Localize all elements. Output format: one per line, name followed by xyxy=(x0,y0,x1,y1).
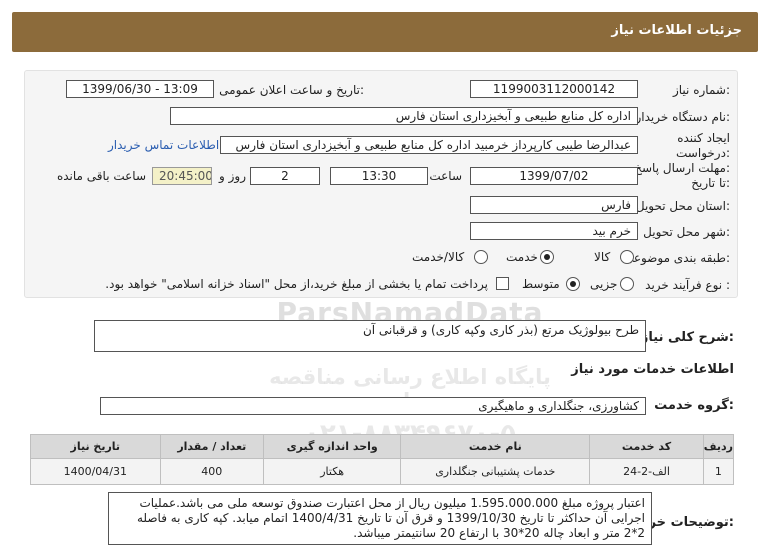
table-row: 1 الف-2-24 خدمات پشتیبانی جنگلداری هکتار… xyxy=(30,458,735,485)
category-option-service: خدمت xyxy=(506,250,538,264)
need-number-label: شماره نیاز: xyxy=(672,83,730,97)
category-option-goods-service: کالا/خدمت xyxy=(412,250,465,264)
buyer-field[interactable]: اداره کل منابع طبیعی و آبخیزداری استان ف… xyxy=(170,107,638,125)
deadline-label-1: مهلت ارسال پاسخ: xyxy=(634,161,730,175)
remaining-label: ساعت باقی مانده xyxy=(56,169,146,183)
announce-date-label: تاریخ و ساعت اعلان عمومی: xyxy=(219,83,364,97)
column-header-service-code: کد خدمت xyxy=(589,434,704,459)
days-label: روز و xyxy=(219,169,246,183)
process-option-medium: متوسط xyxy=(522,277,560,291)
cell-row-number: 1 xyxy=(702,458,735,485)
column-header-need-date: تاریخ نیاز xyxy=(30,434,161,459)
need-number-field[interactable]: 1199003112000142 xyxy=(470,80,638,98)
remaining-time-field: 20:45:00 xyxy=(152,167,212,185)
creator-label-1: ایجاد کننده xyxy=(677,131,730,145)
process-radio-minor[interactable] xyxy=(620,277,634,291)
deadline-time-label: ساعت xyxy=(429,169,462,183)
category-option-goods: کالا xyxy=(594,250,611,264)
page-header: جزئیات اطلاعات نیاز xyxy=(12,12,758,52)
buyer-notes-line-1: اعتبار پروژه مبلغ 1.595.000.000 میلیون ر… xyxy=(139,496,645,510)
buyer-notes-field[interactable]: اعتبار پروژه مبلغ 1.595.000.000 میلیون ر… xyxy=(108,492,652,545)
treasury-payment-note: پرداخت تمام یا بخشی از مبلغ خرید،از محل … xyxy=(105,277,488,291)
service-group-label: گروه خدمت: xyxy=(654,398,734,413)
creator-label-2: درخواست: xyxy=(676,146,730,160)
column-header-unit: واحد اندازه گیری xyxy=(263,434,402,459)
process-option-minor: جزیی xyxy=(590,277,618,291)
buyer-label: نام دستگاه خریدار: xyxy=(635,110,731,124)
category-label: طبقه بندی موضوعی: xyxy=(623,251,730,265)
buyer-contact-link[interactable]: اطلاعات تماس خریدار xyxy=(108,138,219,152)
process-radio-medium[interactable] xyxy=(566,277,580,291)
cell-unit: هکتار xyxy=(263,458,402,485)
deadline-label-2: تا تاریخ: xyxy=(691,176,730,190)
announce-date-field[interactable]: 1399/06/30 - 13:09 xyxy=(66,80,214,98)
process-label: نوع فرآیند خرید : xyxy=(645,278,730,292)
watermark: ParsNamadData مرکز فراوری اطلاعات پارس ن… xyxy=(240,296,581,449)
services-table: ردیف کد خدمت نام خدمت واحد اندازه گیری ت… xyxy=(30,434,735,485)
treasury-payment-checkbox[interactable] xyxy=(496,277,509,290)
table-header-row: ردیف کد خدمت نام خدمت واحد اندازه گیری ت… xyxy=(30,434,735,459)
city-field[interactable]: خرم بید xyxy=(470,222,638,240)
services-section-title: اطلاعات خدمات مورد نیاز xyxy=(571,362,734,377)
category-radio-goods[interactable] xyxy=(620,250,634,264)
service-group-field[interactable]: کشاورزی، جنگلداری و ماهیگیری xyxy=(100,397,646,415)
deadline-date-field[interactable]: 1399/07/02 xyxy=(470,167,638,185)
deadline-time-field[interactable]: 13:30 xyxy=(330,167,428,185)
remaining-days-field[interactable]: 2 xyxy=(250,167,320,185)
column-header-quantity: تعداد / مقدار xyxy=(159,434,265,459)
province-field[interactable]: فارس xyxy=(470,196,638,214)
column-header-row-number: ردیف xyxy=(702,434,735,459)
cell-need-date: 1400/04/31 xyxy=(30,458,161,485)
cell-service-name: خدمات پشتیبانی جنگلداری xyxy=(400,458,591,485)
column-header-service-name: نام خدمت xyxy=(400,434,591,459)
buyer-notes-line-3: 2*2 متر و ابعاد چاله 20*30 با ارتفاع 20 … xyxy=(353,526,645,540)
cell-quantity: 400 xyxy=(159,458,265,485)
buyer-notes-line-2: اجرایی آن حداکثر تا تاریخ 1399/10/30 و ق… xyxy=(136,511,645,525)
province-label: استان محل تحویل: xyxy=(635,199,730,213)
page-title: جزئیات اطلاعات نیاز xyxy=(611,23,742,38)
category-radio-service[interactable] xyxy=(540,250,554,264)
summary-field[interactable]: طرح بیولوژیک مرتع (بذر کاری وکپه کاری) و… xyxy=(94,320,646,352)
cell-service-code: الف-2-24 xyxy=(589,458,704,485)
category-radio-goods-service[interactable] xyxy=(474,250,488,264)
summary-label: شرح کلی نیاز: xyxy=(640,330,734,345)
city-label: شهر محل تحویل: xyxy=(643,225,730,239)
creator-field[interactable]: عبدالرضا طیبی کارپرداز خرمبید اداره کل م… xyxy=(220,136,638,154)
